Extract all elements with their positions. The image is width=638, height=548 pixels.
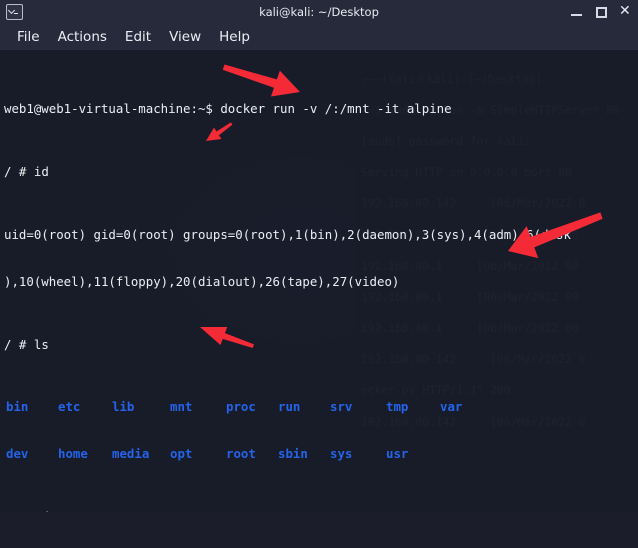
- menu-view[interactable]: View: [160, 29, 210, 45]
- command-ls: ls: [33, 336, 49, 352]
- terminal-line-docker-cmd: web1@web1-virtual-machine:~$ docker run …: [4, 101, 638, 117]
- ls-entry: sbin: [278, 446, 308, 462]
- close-button[interactable]: ✕: [619, 4, 631, 18]
- menu-edit[interactable]: Edit: [116, 29, 160, 45]
- ls-entry: lib: [112, 399, 135, 415]
- ls-entry: bin: [6, 399, 29, 415]
- ls-entry: home: [58, 446, 88, 462]
- ls-entry: tmp: [386, 399, 409, 415]
- ls-entry: run: [278, 399, 301, 415]
- window-titlebar[interactable]: kali@kali: ~/Desktop ✕: [0, 0, 638, 23]
- ls-root-row-1: bin etc lib mnt proc run srv tmp var: [4, 399, 638, 415]
- ls-entry: var: [440, 399, 463, 415]
- terminal-line-id-out2: ),10(wheel),11(floppy),20(dialout),26(ta…: [4, 273, 400, 289]
- menu-actions[interactable]: Actions: [49, 29, 116, 45]
- ls-root-row-2: dev home media opt root sbin sys usr: [4, 446, 638, 462]
- terminal-line-ls-cmd: / # ls: [4, 337, 638, 353]
- ls-entry: proc: [226, 399, 256, 415]
- ls-entry: usr: [386, 446, 409, 462]
- terminal-screen[interactable]: web1@web1-virtual-machine:~$ docker run …: [0, 50, 638, 512]
- ls-entry: opt: [170, 446, 193, 462]
- arrow-mnt-dir: [206, 122, 233, 141]
- window-title: kali@kali: ~/Desktop: [259, 4, 379, 19]
- minimize-button[interactable]: [571, 6, 582, 17]
- ls-entry: media: [112, 446, 150, 462]
- terminal-window[interactable]: kali@kali: ~/Desktop ✕ File Actions Edit…: [0, 0, 638, 512]
- prompt-root: / #: [4, 163, 27, 179]
- maximize-button[interactable]: [595, 6, 607, 18]
- menu-file[interactable]: File: [8, 29, 49, 45]
- ls-entry: etc: [58, 399, 81, 415]
- prompt-root: / #: [4, 336, 27, 352]
- command-id: id: [33, 163, 49, 179]
- window-controls: ✕: [571, 4, 638, 18]
- ls-entry: sys: [330, 446, 353, 462]
- command-docker-run: docker run -v /:/mnt -it alpine: [220, 101, 452, 117]
- ls-entry: root: [226, 446, 256, 462]
- terminal-line-id-out1: uid=0(root) gid=0(root) groups=0(root),1…: [4, 226, 571, 242]
- terminal-icon: [6, 3, 23, 20]
- arrow-root-uid: [222, 64, 300, 97]
- ls-entry: dev: [6, 446, 29, 462]
- ls-entry: srv: [330, 399, 353, 415]
- terminal-line-id-cmd: / # id: [4, 164, 638, 180]
- menu-bar[interactable]: File Actions Edit View Help: [0, 23, 638, 50]
- prompt-host: web1@web1-virtual-machine:~$: [4, 101, 213, 117]
- menu-help[interactable]: Help: [210, 29, 259, 45]
- ls-entry: mnt: [170, 399, 193, 415]
